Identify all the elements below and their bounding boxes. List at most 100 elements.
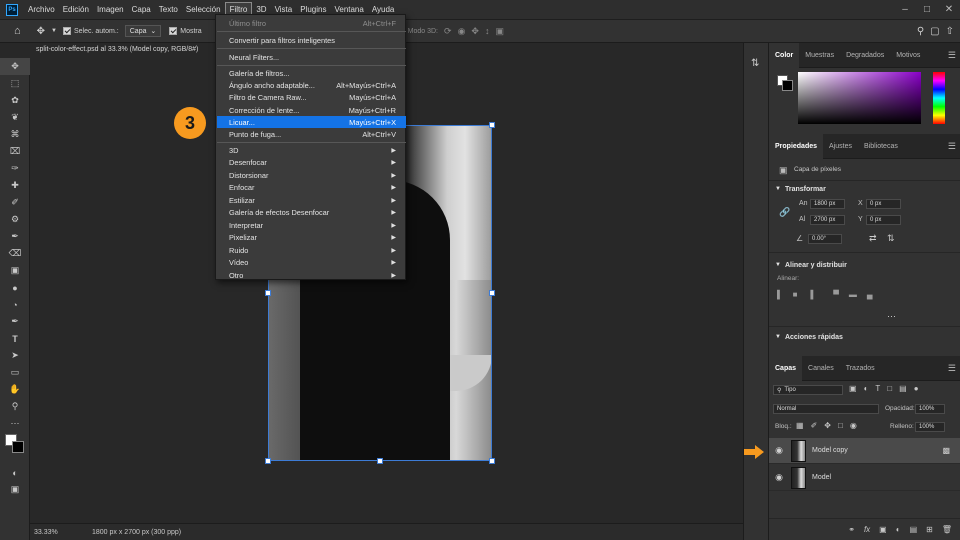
flip-vertical-icon[interactable]: ⇅: [887, 233, 895, 244]
visibility-eye-icon[interactable]: ◉: [769, 445, 789, 456]
lock-artboard-icon[interactable]: □: [838, 421, 843, 430]
zoom-tool-icon[interactable]: ⚲: [0, 398, 30, 415]
delete-layer-icon[interactable]: 🗑: [942, 525, 952, 534]
type-tool-icon[interactable]: T: [0, 330, 30, 347]
add-mask-icon[interactable]: ▣: [879, 525, 887, 534]
transform-handle[interactable]: [489, 290, 495, 296]
document-info[interactable]: 1800 px x 2700 px (300 ppp): [92, 529, 181, 536]
autoselect-checkbox[interactable]: Selec. autom.:: [63, 27, 119, 35]
align-center-v-icon[interactable]: ▬: [849, 290, 857, 299]
tab-layers[interactable]: Capas: [769, 355, 803, 381]
menu-item-smart-filters[interactable]: Convertir para filtros inteligentes: [217, 34, 406, 46]
autoselect-target-select[interactable]: Capa ⌄: [124, 25, 162, 37]
roll-3d-icon[interactable]: ◉: [458, 26, 466, 37]
x-input[interactable]: 0 px: [866, 199, 901, 209]
search-icon[interactable]: ⚲: [917, 26, 924, 37]
tab-properties[interactable]: Propiedades: [769, 133, 824, 159]
blur-tool-icon[interactable]: ●: [0, 279, 30, 296]
layer-row-model-copy[interactable]: ◉ Model copy ▩: [769, 438, 960, 464]
transform-handle[interactable]: [265, 290, 271, 296]
workspace-icon[interactable]: ▢: [930, 26, 939, 37]
menu-item-other[interactable]: Otro ▶: [217, 269, 406, 281]
tab-libraries[interactable]: Bibliotecas: [858, 134, 904, 159]
tab-gradients[interactable]: Degradados: [840, 43, 890, 68]
menu-item-liquify[interactable]: Licuar... Mayús+Ctrl+X: [217, 116, 406, 129]
fg-bg-color-icon[interactable]: [777, 75, 793, 91]
camera-3d-icon[interactable]: ▣: [495, 26, 504, 37]
frame-tool-icon[interactable]: ⌧: [0, 143, 30, 160]
menu-item-video[interactable]: Vídeo ▶: [217, 257, 406, 269]
menu-item-filter-gallery[interactable]: Galería de filtros...: [217, 67, 406, 79]
align-left-icon[interactable]: ▌: [777, 290, 783, 299]
menu-item-render[interactable]: Interpretar ▶: [217, 219, 406, 231]
eyedropper-tool-icon[interactable]: ✑: [0, 160, 30, 177]
show-transform-checkbox[interactable]: Mostra: [169, 27, 202, 35]
lock-position-icon[interactable]: ✥: [824, 421, 831, 430]
lock-paint-icon[interactable]: ✐: [811, 421, 818, 430]
link-layers-icon[interactable]: ⚭: [848, 525, 855, 534]
shape-tool-icon[interactable]: ▭: [0, 364, 30, 381]
menu-item-neural-filters[interactable]: Neural Filters...: [217, 51, 406, 63]
menu-item-pixelate[interactable]: Pixelizar ▶: [217, 232, 406, 244]
more-tools-icon[interactable]: ⋯: [0, 415, 30, 432]
fill-input[interactable]: 100%: [915, 422, 945, 432]
filter-adjustment-icon[interactable]: ◐: [864, 384, 869, 393]
layer-name[interactable]: Model: [812, 474, 831, 481]
width-input[interactable]: 1800 px: [810, 199, 845, 209]
filter-type-icon[interactable]: T: [875, 384, 880, 393]
lock-all-icon[interactable]: ◉: [850, 421, 857, 430]
filter-pixel-icon[interactable]: ▣: [849, 384, 857, 393]
transform-handle[interactable]: [489, 122, 495, 128]
eraser-tool-icon[interactable]: ⌫: [0, 245, 30, 262]
menu-item-sharpen[interactable]: Enfocar ▶: [217, 182, 406, 194]
screen-mode-icon[interactable]: ▣: [0, 481, 30, 498]
home-icon[interactable]: ⌂: [14, 25, 21, 37]
menu-item-distort[interactable]: Distorsionar ▶: [217, 169, 406, 181]
menu-edicion[interactable]: Edición: [59, 0, 93, 20]
quick-actions-header[interactable]: ▼ Acciones rápidas: [769, 330, 843, 344]
zoom-level[interactable]: 33.33%: [34, 529, 92, 536]
visibility-eye-icon[interactable]: ◉: [769, 472, 789, 483]
align-right-icon[interactable]: ▐: [808, 290, 814, 299]
transform-handle[interactable]: [377, 458, 383, 464]
panel-menu-icon[interactable]: ☰: [948, 50, 956, 61]
align-section-header[interactable]: ▼ Alinear y distribuir: [769, 258, 847, 272]
adjustment-layer-icon[interactable]: ◐: [896, 525, 901, 534]
filter-smart-icon[interactable]: ▤: [899, 384, 907, 393]
color-swatches-icon[interactable]: [0, 432, 30, 456]
layer-filter-select[interactable]: ⚲ Tipo: [773, 385, 843, 395]
new-layer-icon[interactable]: ⊞: [926, 525, 933, 534]
crop-tool-icon[interactable]: ⌘: [0, 126, 30, 143]
tab-adjustments[interactable]: Ajustes: [823, 134, 858, 159]
quick-select-tool-icon[interactable]: ❦: [0, 109, 30, 126]
menu-item-last-filter[interactable]: Último filtro Alt+Ctrl+F: [217, 17, 406, 29]
opacity-input[interactable]: 100%: [915, 404, 945, 414]
menu-capa[interactable]: Capa: [128, 0, 155, 20]
pen-tool-icon[interactable]: ✒: [0, 313, 30, 330]
fx-icon[interactable]: fx: [864, 525, 870, 534]
tab-channels[interactable]: Canales: [802, 356, 840, 381]
y-input[interactable]: 0 px: [866, 215, 901, 225]
close-icon[interactable]: ✕: [938, 4, 960, 15]
tab-swatches[interactable]: Muestras: [799, 43, 840, 68]
gradient-tool-icon[interactable]: ▣: [0, 262, 30, 279]
hand-tool-icon[interactable]: ✋: [0, 381, 30, 398]
panel-toggle-icon[interactable]: ⇅: [751, 58, 759, 69]
flip-horizontal-icon[interactable]: ⇄: [869, 233, 877, 244]
angle-input[interactable]: 0.00°: [808, 234, 842, 244]
quick-mask-icon[interactable]: ◐: [0, 464, 30, 481]
menu-item-noise[interactable]: Ruido ▶: [217, 244, 406, 256]
healing-tool-icon[interactable]: ✚: [0, 177, 30, 194]
menu-item-camera-raw[interactable]: Filtro de Camera Raw... Mayús+Ctrl+A: [217, 91, 406, 103]
panel-menu-icon[interactable]: ☰: [948, 141, 956, 152]
history-brush-tool-icon[interactable]: ✒: [0, 228, 30, 245]
transform-handle[interactable]: [265, 458, 271, 464]
menu-texto[interactable]: Texto: [155, 0, 182, 20]
menu-item-3d[interactable]: 3D ▶: [217, 144, 406, 156]
menu-item-lens-correction[interactable]: Corrección de lente... Mayús+Ctrl+R: [217, 104, 406, 116]
move-tool-icon[interactable]: ✥: [0, 58, 30, 75]
lock-transparency-icon[interactable]: ▦: [796, 421, 804, 430]
maximize-icon[interactable]: □: [916, 4, 938, 15]
brush-tool-icon[interactable]: ✐: [0, 194, 30, 211]
panel-menu-icon[interactable]: ☰: [948, 363, 956, 374]
